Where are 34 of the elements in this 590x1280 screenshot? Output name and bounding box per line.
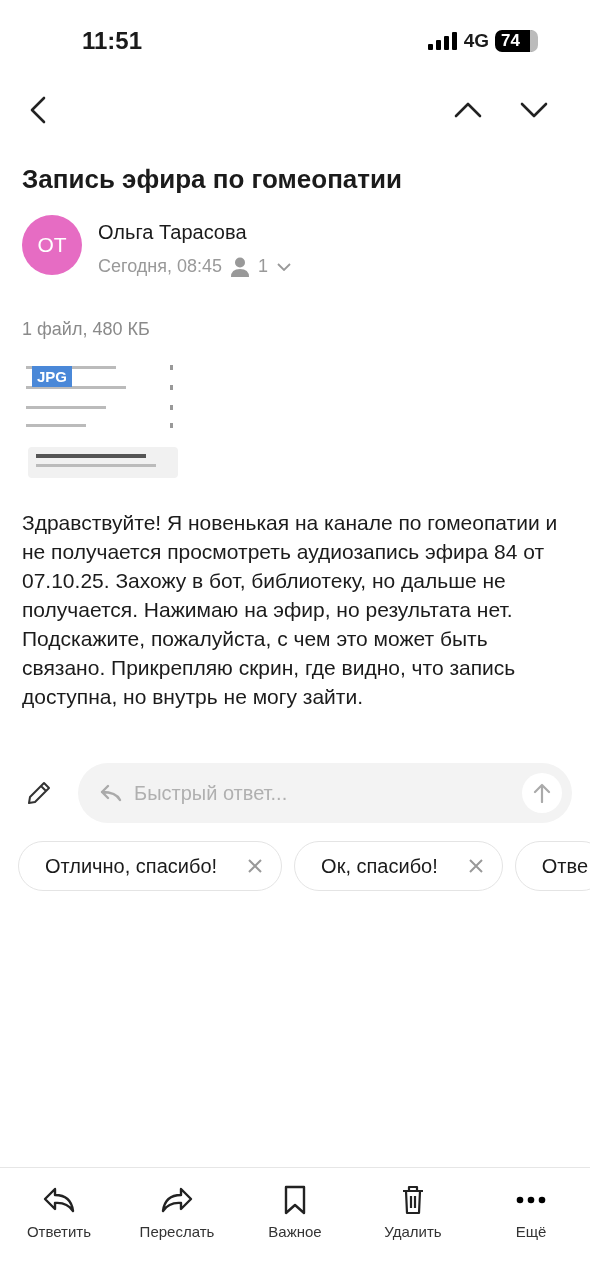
quick-reply-field[interactable]: Быстрый ответ... [78,763,572,823]
status-time: 11:51 [82,27,143,55]
email-subject: Запись эфира по гомеопатии [22,164,404,195]
close-icon[interactable] [467,858,484,874]
toolbar-button[interactable]: Переслать [127,1182,227,1240]
network-type: 4G [463,30,490,52]
more-icon [516,1195,546,1204]
chevron-down-icon[interactable] [277,262,292,271]
avatar: ОТ [22,215,82,275]
signal-icon [427,32,458,50]
down-chevron-icon[interactable] [520,102,548,118]
reply-arrow-icon [100,784,122,802]
battery-level: 74 [495,30,538,52]
reply-icon [43,1185,75,1214]
suggestion-chip[interactable]: Ок, спасибо! [294,841,503,891]
up-chevron-icon[interactable] [454,102,482,118]
email-date: Сегодня, 08:45 [98,256,223,277]
toolbar-button[interactable]: Ответить [9,1182,109,1240]
toolbar-button[interactable]: Удалить [363,1182,463,1240]
back-icon[interactable] [30,96,46,124]
suggestion-chip[interactable]: Отлично, спасибо! [18,841,283,891]
forward-icon [161,1185,193,1214]
toolbar-button[interactable]: Важное [245,1182,345,1240]
email-body: Здравствуйте! Я новенькая на канале по гомеопатии и не получается просмотреть аудиозапись эфира 84 от 07.10.25. Захожу в бот, библиотеку, но дальше не получается. Нажимаю на эфир, но результата нет. Подскажите, пожалуйста, с чем это может быть связано. Прикрепляю скрин, где видно, что запись доступна, но внутрь не могу зайти. [22,510,559,710]
trash-icon [401,1184,425,1215]
toolbar-button[interactable]: Ещё [481,1182,581,1240]
attachment-summary: 1 файл, 480 КБ [22,319,151,340]
person-icon [231,256,250,277]
arrow-up-icon [533,783,551,803]
bookmark-icon [283,1184,307,1215]
close-icon[interactable] [247,858,264,874]
pencil-icon[interactable] [26,780,52,806]
sender-name[interactable]: Ольга Тарасова [98,221,292,244]
file-type-badge: JPG [32,366,72,387]
